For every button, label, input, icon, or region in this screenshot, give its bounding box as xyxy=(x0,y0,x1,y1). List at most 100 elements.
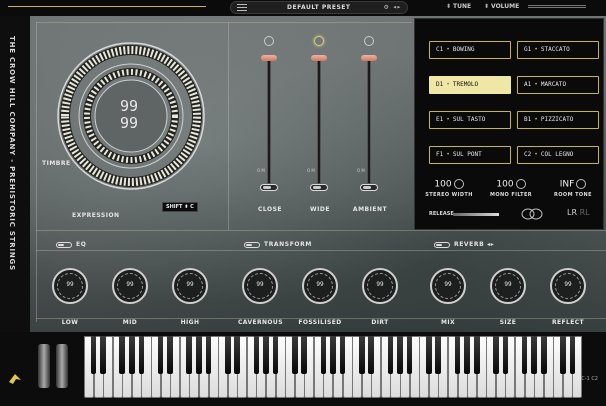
knob-dirt[interactable]: 99 DIRT xyxy=(358,266,402,328)
black-key[interactable] xyxy=(330,336,336,374)
black-key[interactable] xyxy=(167,336,174,374)
black-key[interactable] xyxy=(559,336,566,374)
shift-label: SHIFT xyxy=(166,204,183,210)
black-key[interactable] xyxy=(90,336,97,374)
reverb-section-header[interactable]: REVERB ◂▸ xyxy=(434,241,494,248)
knob-reflect[interactable]: 99 REFLECT xyxy=(546,266,590,328)
black-key[interactable] xyxy=(464,336,470,374)
black-key[interactable] xyxy=(540,336,547,374)
knob-value: 99 xyxy=(564,281,572,288)
black-key[interactable] xyxy=(473,336,480,374)
fader-track[interactable] xyxy=(267,56,271,184)
black-key[interactable] xyxy=(196,336,202,374)
stereo-width-control[interactable]: 100 STEREO WIDTH xyxy=(421,179,477,198)
black-key[interactable] xyxy=(100,336,106,374)
black-key[interactable] xyxy=(129,336,135,374)
black-key[interactable] xyxy=(531,336,537,374)
black-key[interactable] xyxy=(387,336,394,374)
black-key[interactable] xyxy=(291,336,298,374)
fader-close[interactable]: O M CLOSE xyxy=(250,36,290,216)
articulation-button-pizzicato[interactable]: B1 • PIZZICATO xyxy=(517,111,599,129)
articulation-button-bowing[interactable]: C1 • BOWING xyxy=(429,41,511,59)
black-key[interactable] xyxy=(253,336,260,374)
preset-nav-icons[interactable]: ⚙ ◂▸ xyxy=(384,3,401,11)
articulation-name: SUL TASTO xyxy=(452,116,486,123)
articulation-button-sul-tasto[interactable]: E1 • SUL TASTO xyxy=(429,111,511,129)
black-key[interactable] xyxy=(406,336,413,374)
piano-keyboard[interactable] xyxy=(84,336,583,398)
fader-ambient[interactable]: O M AMBIENT xyxy=(350,36,390,216)
volume-slider[interactable] xyxy=(528,5,586,8)
room-tone-control[interactable]: INF ROOM TONE xyxy=(545,179,601,198)
transform-section-header[interactable]: TRANSFORM xyxy=(244,241,312,248)
black-key[interactable] xyxy=(435,336,442,374)
articulation-panel: C1 • BOWING G1 • STACCATO D1 • TREMOLO A1 • MARC… xyxy=(414,18,604,230)
tune-control[interactable]: ⬍ TUNE xyxy=(446,3,471,10)
black-key[interactable] xyxy=(186,336,193,374)
knob-mix[interactable]: 99 MIX xyxy=(426,266,470,328)
fader-track[interactable] xyxy=(317,56,321,184)
fader-handle[interactable] xyxy=(311,55,327,61)
knob-label: REFLECT xyxy=(551,319,585,326)
mod-wheel[interactable] xyxy=(56,344,68,388)
black-key[interactable] xyxy=(272,336,279,374)
black-key[interactable] xyxy=(397,336,403,374)
black-key[interactable] xyxy=(234,336,241,374)
fader-toggle[interactable] xyxy=(310,184,328,191)
articulation-button-col-legno[interactable]: C2 • COL LEGNO xyxy=(517,146,599,164)
black-key[interactable] xyxy=(205,336,212,374)
knob-high[interactable]: 99 HIGH xyxy=(168,266,212,328)
articulation-button-tremolo[interactable]: D1 • TREMOLO xyxy=(429,76,511,94)
fader-toggle[interactable] xyxy=(360,184,378,191)
black-key[interactable] xyxy=(339,336,346,374)
menu-icon[interactable] xyxy=(237,4,247,12)
mono-filter-control[interactable]: 100 MONO FILTER xyxy=(483,179,539,198)
lr-toggle[interactable]: LR RL xyxy=(567,208,590,217)
knob-size[interactable]: 99 SIZE xyxy=(486,266,530,328)
fader-handle[interactable] xyxy=(261,55,277,61)
pitch-wheel[interactable] xyxy=(38,344,50,388)
black-key[interactable] xyxy=(320,336,327,374)
fader-track[interactable] xyxy=(367,56,371,184)
fader-wide[interactable]: O M WIDE xyxy=(300,36,340,216)
knob-low[interactable]: 99 LOW xyxy=(48,266,92,328)
fader-handle[interactable] xyxy=(361,55,377,61)
volume-control[interactable]: ⬍ VOLUME xyxy=(484,3,519,10)
black-key[interactable] xyxy=(157,336,164,374)
preset-selector[interactable]: DEFAULT PRESET ⚙ ◂▸ xyxy=(230,1,408,14)
black-key[interactable] xyxy=(569,336,576,374)
black-key[interactable] xyxy=(454,336,461,374)
articulation-button-marcato[interactable]: A1 • MARCATO xyxy=(517,76,599,94)
black-key[interactable] xyxy=(502,336,509,374)
knob-label: DIRT xyxy=(371,319,389,326)
black-key[interactable] xyxy=(492,336,499,374)
power-icon[interactable] xyxy=(264,36,274,46)
knob-cavernous[interactable]: 99 CAVERNOUS xyxy=(238,266,283,328)
power-icon[interactable] xyxy=(314,36,324,46)
articulation-button-sul-pont[interactable]: F1 • SUL PONT xyxy=(429,146,511,164)
knob-fossilised[interactable]: 99 FOSSILISED xyxy=(298,266,342,328)
black-key[interactable] xyxy=(425,336,432,374)
section-toggle[interactable] xyxy=(434,241,450,248)
fader-mini-label: O M xyxy=(257,168,265,173)
black-key[interactable] xyxy=(119,336,126,374)
section-toggle[interactable] xyxy=(56,241,72,248)
knob-mid[interactable]: 99 MID xyxy=(108,266,152,328)
mono-filter-value: 100 xyxy=(496,179,514,190)
black-key[interactable] xyxy=(521,336,528,374)
fader-toggle[interactable] xyxy=(260,184,278,191)
section-toggle[interactable] xyxy=(244,241,260,248)
release-slider[interactable] xyxy=(453,213,499,216)
eq-section-header[interactable]: EQ xyxy=(56,241,86,248)
shift-control[interactable]: SHIFT ⬍ C xyxy=(162,202,198,212)
link-icon[interactable] xyxy=(521,207,543,221)
tune-label: TUNE xyxy=(453,3,472,10)
power-icon[interactable] xyxy=(364,36,374,46)
black-key[interactable] xyxy=(263,336,269,374)
black-key[interactable] xyxy=(368,336,375,374)
articulation-button-staccato[interactable]: G1 • STACCATO xyxy=(517,41,599,59)
black-key[interactable] xyxy=(301,336,308,374)
black-key[interactable] xyxy=(358,336,365,374)
black-key[interactable] xyxy=(224,336,231,374)
black-key[interactable] xyxy=(138,336,145,374)
